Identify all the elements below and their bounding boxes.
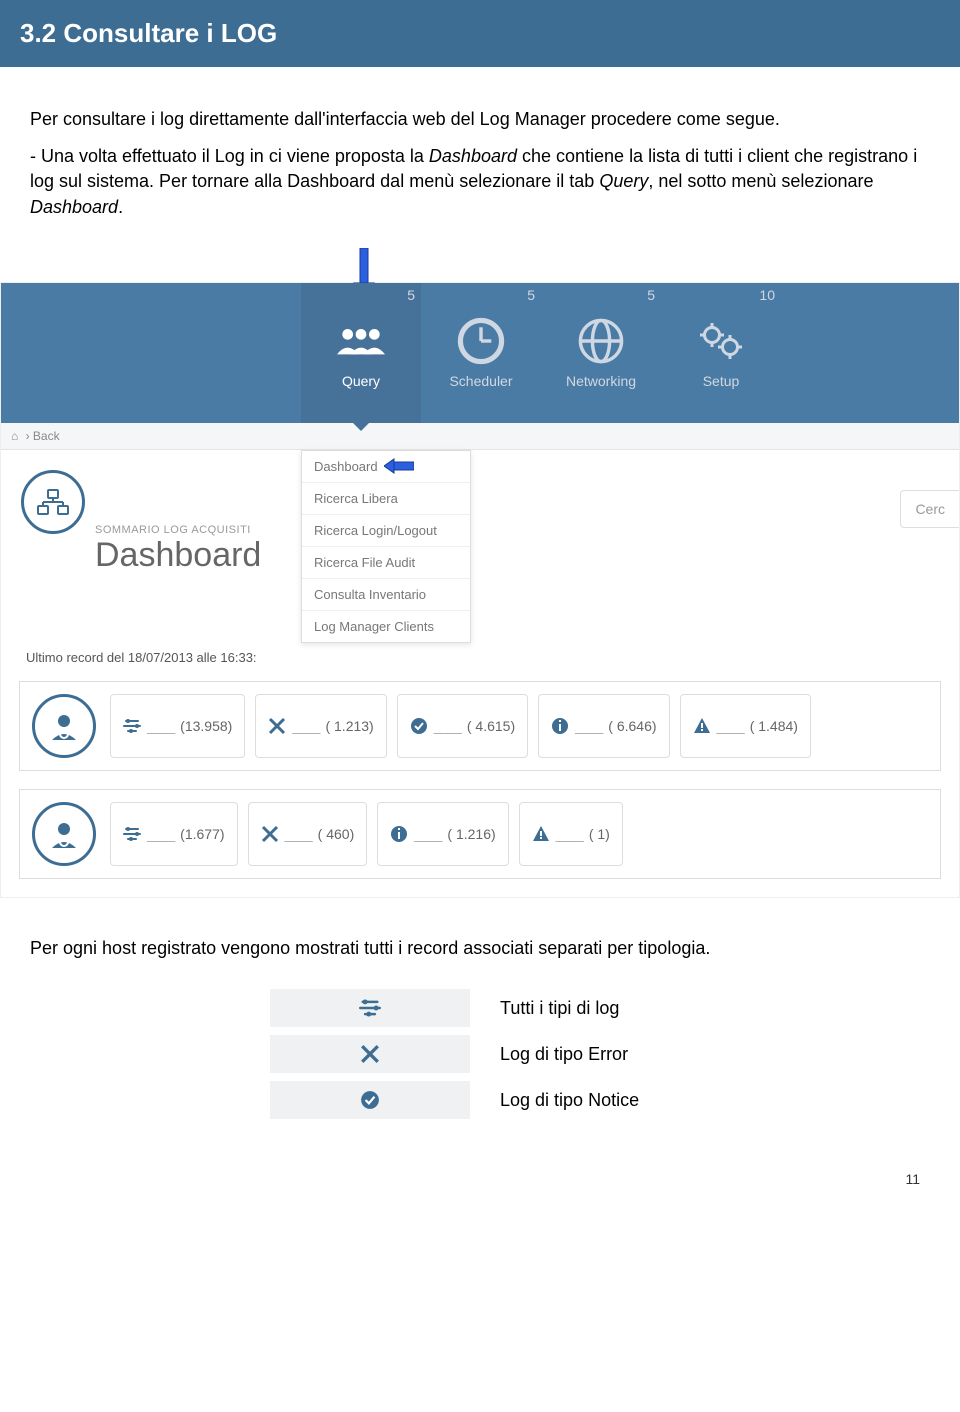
stat-error[interactable]: ____( 460): [248, 802, 368, 866]
nav-badge: 10: [759, 287, 775, 303]
host-icon: [32, 802, 96, 866]
nav-tab-scheduler[interactable]: 5 Scheduler: [421, 283, 541, 423]
breadcrumb-back[interactable]: Back: [33, 429, 60, 443]
annotation-arrow-left: [384, 457, 414, 475]
dropdown-item-ricerca-file[interactable]: Ricerca File Audit: [302, 547, 470, 579]
dropdown-item-ricerca-libera[interactable]: Ricerca Libera: [302, 483, 470, 515]
nav-label: Networking: [566, 373, 636, 389]
legend-label: Log di tipo Notice: [500, 1090, 639, 1111]
globe-icon: [577, 317, 625, 365]
breadcrumb: ⌂ › Back: [1, 423, 959, 450]
all-icon: [270, 989, 470, 1029]
nav-badge: 5: [647, 287, 655, 303]
legend-label: Tutti i tipi di log: [500, 998, 619, 1019]
warn-icon: [693, 717, 711, 735]
all-icon: [123, 717, 141, 735]
query-dropdown: Dashboard Ricerca Libera Ricerca Login/L…: [301, 450, 471, 643]
notice-icon: [270, 1081, 470, 1121]
info-icon: [390, 825, 408, 843]
clock-icon: [457, 317, 505, 365]
host-icon: [32, 694, 96, 758]
users-icon: [337, 317, 385, 365]
stat-warn[interactable]: ____( 1.484): [680, 694, 811, 758]
host-card: ____(1.677) ____( 460) ____( 1.216) ____…: [19, 789, 941, 879]
procedure-paragraph: - Una volta effettuato il Log in ci vien…: [30, 144, 930, 220]
nav-tab-setup[interactable]: 10 Setup: [661, 283, 781, 423]
log-type-legend: Tutti i tipi di log Log di tipo Error Lo…: [270, 989, 690, 1121]
info-icon: [551, 717, 569, 735]
error-icon: [268, 717, 286, 735]
last-record-time: Ultimo record del 18/07/2013 alle 16:33:: [1, 650, 959, 673]
dropdown-item-consulta-inventario[interactable]: Consulta Inventario: [302, 579, 470, 611]
stat-all[interactable]: ____(1.677): [110, 802, 238, 866]
nav-label: Setup: [703, 373, 740, 389]
search-input[interactable]: Cerc: [900, 490, 959, 528]
nav-tab-networking[interactable]: 5 Networking: [541, 283, 661, 423]
dashboard-subtitle: SOMMARIO LOG ACQUISITI: [95, 524, 261, 536]
dropdown-item-log-manager-clients[interactable]: Log Manager Clients: [302, 611, 470, 642]
legend-row-all: Tutti i tipi di log: [270, 989, 690, 1029]
nav-tab-query[interactable]: 5 Query: [301, 283, 421, 423]
stat-error[interactable]: ____( 1.213): [255, 694, 386, 758]
dashboard-title: Dashboard: [95, 536, 261, 575]
nav-badge: 5: [527, 287, 535, 303]
warn-icon: [532, 825, 550, 843]
dropdown-item-ricerca-login[interactable]: Ricerca Login/Logout: [302, 515, 470, 547]
top-nav: 5 Query 5 Scheduler 5 Networking 10 Setu…: [1, 283, 959, 423]
error-icon: [261, 825, 279, 843]
legend-row-notice: Log di tipo Notice: [270, 1081, 690, 1121]
stat-info[interactable]: ____( 6.646): [538, 694, 669, 758]
legend-label: Log di tipo Error: [500, 1044, 628, 1065]
section-header: 3.2 Consultare i LOG: [0, 0, 960, 67]
stat-notice[interactable]: ____( 4.615): [397, 694, 528, 758]
dashboard-icon: [21, 470, 85, 534]
intro-paragraph: Per consultare i log direttamente dall'i…: [30, 107, 930, 132]
gears-icon: [697, 317, 745, 365]
dropdown-item-dashboard[interactable]: Dashboard: [302, 451, 470, 483]
home-icon[interactable]: ⌂: [11, 429, 18, 443]
screenshot-dashboard: 5 Query 5 Scheduler 5 Networking 10 Setu…: [0, 282, 960, 898]
stat-info[interactable]: ____( 1.216): [377, 802, 508, 866]
nav-label: Query: [342, 373, 380, 389]
nav-label: Scheduler: [449, 373, 512, 389]
page-number: 11: [0, 1141, 960, 1217]
nav-badge: 5: [407, 287, 415, 303]
error-icon: [270, 1035, 470, 1075]
all-icon: [123, 825, 141, 843]
stat-all[interactable]: ____(13.958): [110, 694, 245, 758]
host-card: ____(13.958) ____( 1.213) ____( 4.615) _…: [19, 681, 941, 771]
stat-warn[interactable]: ____( 1): [519, 802, 623, 866]
legend-row-error: Log di tipo Error: [270, 1035, 690, 1075]
notice-icon: [410, 717, 428, 735]
below-paragraph: Per ogni host registrato vengono mostrat…: [0, 898, 960, 969]
